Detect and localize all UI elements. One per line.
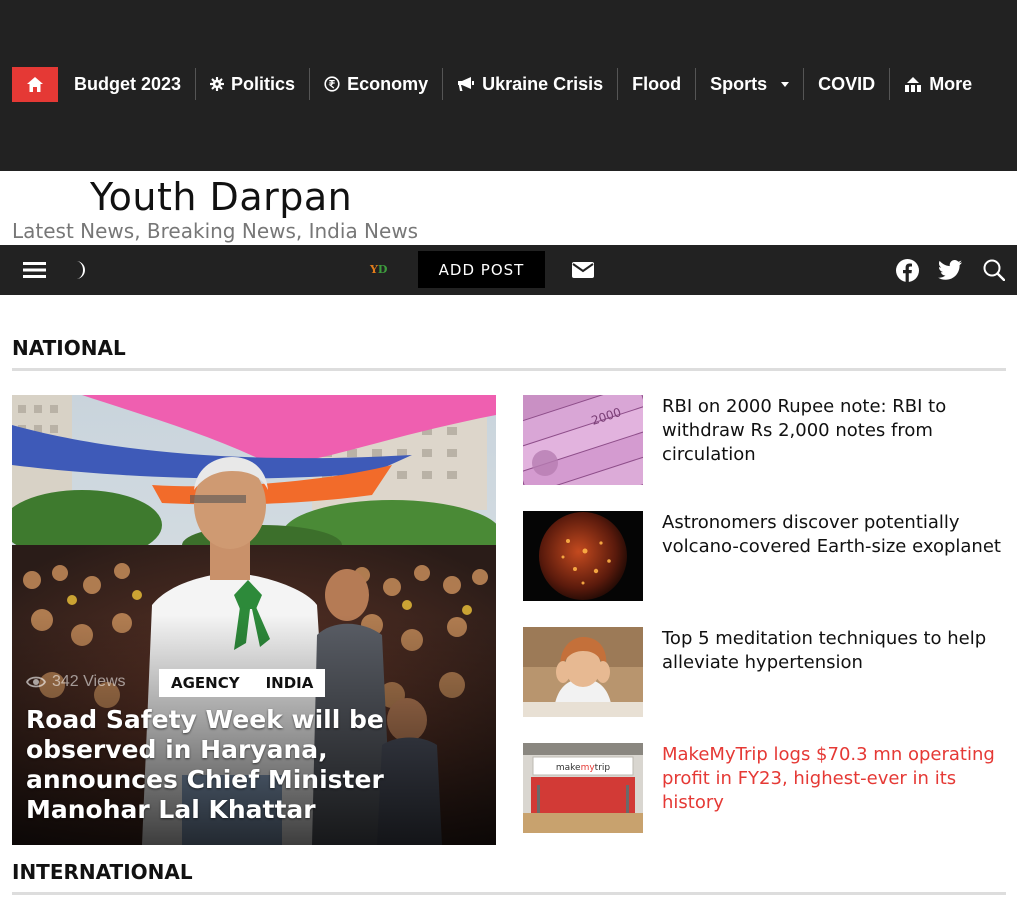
home-icon xyxy=(27,76,43,92)
nav-item-label: COVID xyxy=(818,73,876,94)
nav-item-label: Budget 2023 xyxy=(74,73,182,94)
category-nav: Budget 2023 Politics Economy Ukraine Cri… xyxy=(12,66,986,102)
nav-item-sports[interactable]: Sports xyxy=(696,67,803,101)
story-headline[interactable]: Top 5 meditation techniques to help alle… xyxy=(662,627,1007,675)
site-tagline: Latest News, Breaking News, India News xyxy=(12,219,419,243)
eye-icon xyxy=(26,675,46,689)
envelope-icon xyxy=(572,262,594,278)
nav-item-label: Politics xyxy=(231,73,296,94)
nav-item-label: More xyxy=(929,73,973,94)
menu-button[interactable] xyxy=(18,245,50,295)
moon-icon xyxy=(76,261,85,279)
svg-text:makemytrip: makemytrip xyxy=(556,763,611,773)
story-item[interactable]: Top 5 meditation techniques to help alle… xyxy=(523,627,1007,717)
view-count-text: 342 Views xyxy=(52,673,126,690)
nav-item-label: Sports xyxy=(710,73,768,94)
nav-item-more[interactable]: More xyxy=(890,67,986,101)
twitter-link[interactable] xyxy=(936,245,964,295)
sitemap-icon xyxy=(904,76,922,92)
story-thumbnail-office-reception[interactable]: makemytrip xyxy=(523,743,643,833)
rupee-coin-icon xyxy=(324,76,340,92)
megaphone-icon xyxy=(457,76,475,92)
dark-mode-toggle[interactable] xyxy=(64,245,94,295)
twitter-icon xyxy=(938,260,962,280)
nav-item-label: Economy xyxy=(347,73,429,94)
nav-item-economy[interactable]: Economy xyxy=(310,67,442,101)
story-thumbnail-stressed-woman[interactable] xyxy=(523,627,643,717)
search-button[interactable] xyxy=(980,245,1008,295)
story-thumbnail-exoplanet[interactable] xyxy=(523,511,643,601)
section-header-international[interactable]: INTERNATIONAL xyxy=(12,860,1006,895)
story-item[interactable]: Astronomers discover potentially volcano… xyxy=(523,511,1007,601)
story-headline[interactable]: RBI on 2000 Rupee note: RBI to withdraw … xyxy=(662,395,1007,467)
site-title[interactable]: Youth Darpan xyxy=(90,175,352,219)
facebook-link[interactable] xyxy=(893,245,921,295)
featured-article-title[interactable]: Road Safety Week will be observed in Har… xyxy=(26,705,486,825)
story-item[interactable]: makemytrip MakeMyTrip logs $70.3 mn oper… xyxy=(523,743,1007,833)
nav-item-ukraine-crisis[interactable]: Ukraine Crisis xyxy=(443,67,617,101)
search-icon xyxy=(983,259,1005,281)
chevron-down-icon xyxy=(781,81,790,87)
featured-article[interactable]: 342 Views AGENCY INDIA Road Safety Week … xyxy=(12,395,496,845)
logo-letter-y: Y xyxy=(370,263,378,276)
home-button[interactable] xyxy=(12,66,58,102)
nav-item-politics[interactable]: Politics xyxy=(196,67,309,101)
tag-agency[interactable]: AGENCY xyxy=(171,674,240,692)
featured-tags: AGENCY INDIA xyxy=(159,669,326,697)
story-thumbnail-banknotes[interactable]: 2000 xyxy=(523,395,643,485)
tag-india[interactable]: INDIA xyxy=(266,674,314,692)
story-item[interactable]: 2000 RBI on 2000 Rupee note: RBI to with… xyxy=(523,395,1007,485)
nav-item-covid[interactable]: COVID xyxy=(804,67,889,101)
email-button[interactable] xyxy=(569,245,597,295)
story-headline[interactable]: MakeMyTrip logs $70.3 mn operating profi… xyxy=(662,743,1007,815)
logo-letter-d: D xyxy=(377,263,388,276)
facebook-icon xyxy=(895,258,919,282)
nav-item-budget-2023[interactable]: Budget 2023 xyxy=(60,67,195,101)
nav-item-label: Ukraine Crisis xyxy=(482,73,604,94)
nav-item-flood[interactable]: Flood xyxy=(618,67,695,101)
nav-item-label: Flood xyxy=(632,73,682,94)
gear-icon xyxy=(210,77,225,91)
section-header-national[interactable]: NATIONAL xyxy=(12,336,1006,371)
hamburger-menu-icon xyxy=(22,262,46,278)
masthead: Youth Darpan Latest News, Breaking News,… xyxy=(0,171,1017,245)
site-logo-small[interactable]: YD xyxy=(370,263,387,276)
top-category-bar: Budget 2023 Politics Economy Ukraine Cri… xyxy=(0,0,1017,171)
story-headline[interactable]: Astronomers discover potentially volcano… xyxy=(662,511,1007,559)
add-post-button[interactable]: ADD POST xyxy=(418,251,545,288)
view-count: 342 Views xyxy=(26,673,126,691)
